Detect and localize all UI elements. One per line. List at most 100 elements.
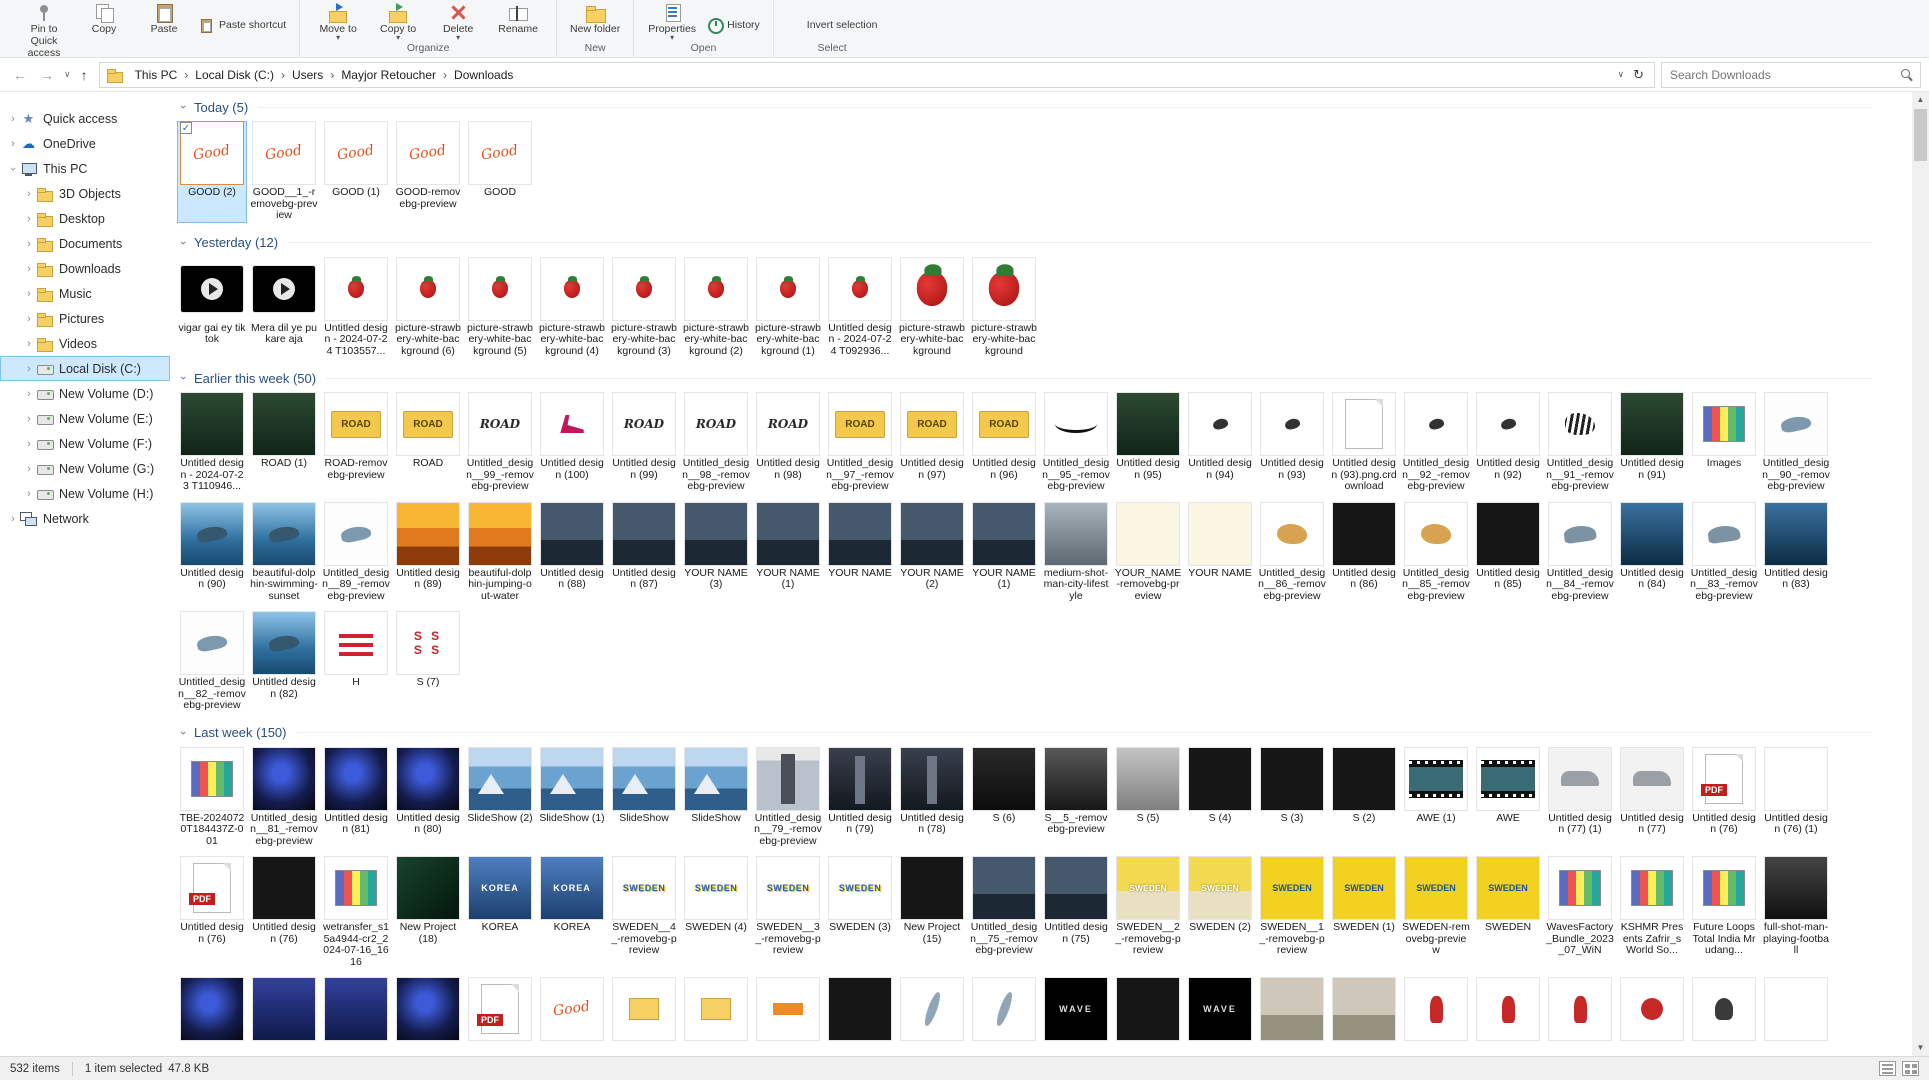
file-tile[interactable]: GoodGOOD-removebg-preview — [394, 122, 462, 222]
history-button[interactable]: History — [702, 16, 765, 34]
file-tile[interactable]: Untitled_design__83_-removebg-preview — [1690, 503, 1758, 603]
file-tile[interactable]: Untitled design (92) — [1474, 393, 1542, 493]
file-tile[interactable]: S (2) — [1330, 748, 1398, 848]
file-tile[interactable]: S__5_-removebg-preview — [1042, 748, 1110, 848]
file-tile[interactable]: YOUR NAME (2) — [898, 503, 966, 603]
group-header-today-5[interactable]: ›Today (5) — [176, 94, 1872, 120]
file-tile[interactable]: WAVE — [1042, 978, 1110, 1043]
scroll-down-icon[interactable]: ▼ — [1912, 1040, 1929, 1056]
file-tile[interactable]: Untitled_design__75_-removebg-preview — [970, 857, 1038, 968]
sidebar-item-new-volume-f[interactable]: ›New Volume (F:) — [0, 431, 170, 456]
file-tile[interactable] — [754, 978, 822, 1043]
file-tile[interactable]: AWE (1) — [1402, 748, 1470, 848]
file-tile[interactable]: Untitled_design__90_-removebg-preview — [1762, 393, 1830, 493]
address-dropdown-icon[interactable]: ∨ — [1611, 69, 1632, 80]
file-tile[interactable]: Untitled_design__91_-removebg-preview — [1546, 393, 1614, 493]
group-header-earlier-this-week-50[interactable]: ›Earlier this week (50) — [176, 365, 1872, 391]
file-tile[interactable]: Good — [538, 978, 606, 1043]
file-tile[interactable]: Untitled_design__95_-removebg-preview — [1042, 393, 1110, 493]
file-tile[interactable]: Untitled_design__92_-removebg-preview — [1402, 393, 1470, 493]
file-tile[interactable] — [1546, 978, 1614, 1043]
file-tile[interactable]: SWEDENSWEDEN__3_-removebg-preview — [754, 857, 822, 968]
file-tile[interactable]: picture-strawbery-white-background (5) — [466, 258, 534, 358]
file-tile[interactable]: Untitled design (93) — [1258, 393, 1326, 493]
expand-chevron-icon[interactable]: › — [6, 138, 20, 150]
expand-chevron-icon[interactable]: › — [22, 488, 36, 500]
file-tile[interactable]: picture-strawbery-white-background — [970, 258, 1038, 358]
file-tile[interactable]: Untitled design (80) — [394, 748, 462, 848]
checkbox-icon[interactable]: ✓ — [180, 122, 192, 134]
sidebar-item-3d-objects[interactable]: ›3D Objects — [0, 181, 170, 206]
file-tile[interactable]: Future Loops Total India Mrudang... — [1690, 857, 1758, 968]
copy-button[interactable]: Copy — [74, 1, 134, 35]
file-tile[interactable]: KOREAKOREA — [466, 857, 534, 968]
file-tile[interactable]: Untitled design (94) — [1186, 393, 1254, 493]
file-tile[interactable]: Untitled design (76) (1) — [1762, 748, 1830, 848]
file-tile[interactable]: SWEDENSWEDEN__2_-removebg-preview — [1114, 857, 1182, 968]
file-tile[interactable]: SWEDENSWEDEN__1_-removebg-preview — [1258, 857, 1326, 968]
file-tile[interactable]: YOUR_NAME-removebg-preview — [1114, 503, 1182, 603]
file-tile[interactable]: Untitled design (78) — [898, 748, 966, 848]
file-tile[interactable]: Untitled design (90) — [178, 503, 246, 603]
file-tile[interactable]: Untitled design (75) — [1042, 857, 1110, 968]
search-input[interactable] — [1670, 68, 1895, 82]
details-view-button[interactable] — [1879, 1061, 1896, 1076]
scrollbar-thumb[interactable] — [1914, 109, 1927, 161]
file-tile[interactable]: ROADUntitled_design__98_-removebg-previe… — [682, 393, 750, 493]
file-tile[interactable]: Untitled design (77) — [1618, 748, 1686, 848]
file-tile[interactable]: YOUR NAME (1) — [754, 503, 822, 603]
file-tile[interactable]: GoodGOOD__1_-removebg-preview — [250, 122, 318, 222]
group-header-last-week-150[interactable]: ›Last week (150) — [176, 720, 1872, 746]
rename-button[interactable]: Rename — [488, 1, 548, 35]
sidebar-item-new-volume-g[interactable]: ›New Volume (G:) — [0, 456, 170, 481]
file-tile[interactable]: SWEDENSWEDEN__4_-removebg-preview — [610, 857, 678, 968]
expand-chevron-icon[interactable]: › — [22, 263, 36, 275]
file-tile[interactable] — [826, 978, 894, 1043]
file-tile[interactable]: Untitled_design__89_-removebg-preview — [322, 503, 390, 603]
file-tile[interactable]: Untitled design (89) — [394, 503, 462, 603]
paste-button[interactable]: Paste — [134, 1, 194, 35]
sidebar-item-documents[interactable]: ›Documents — [0, 231, 170, 256]
sidebar-item-new-volume-e[interactable]: ›New Volume (E:) — [0, 406, 170, 431]
file-tile[interactable] — [898, 978, 966, 1043]
file-tile[interactable]: ROAD (1) — [250, 393, 318, 493]
file-tile[interactable]: Untitled design (81) — [322, 748, 390, 848]
file-tile[interactable]: SWEDENSWEDEN (2) — [1186, 857, 1254, 968]
file-tile[interactable]: S S S SS (7) — [394, 612, 462, 712]
file-tile[interactable]: Good✓GOOD (2) — [178, 122, 246, 222]
file-tile[interactable]: Untitled design (87) — [610, 503, 678, 603]
file-tile[interactable]: Untitled design (77) (1) — [1546, 748, 1614, 848]
sidebar-item-pictures[interactable]: ›Pictures — [0, 306, 170, 331]
refresh-icon[interactable]: ↻ — [1631, 67, 1648, 83]
expand-chevron-icon[interactable]: › — [22, 463, 36, 475]
expand-chevron-icon[interactable]: › — [22, 213, 36, 225]
file-tile[interactable]: beautiful-dolphin-jumping-out-water — [466, 503, 534, 603]
file-tile[interactable]: SlideShow — [610, 748, 678, 848]
file-tile[interactable]: Untitled design (100) — [538, 393, 606, 493]
file-tile[interactable]: PDFUntitled design (76) — [1690, 748, 1758, 848]
file-tile[interactable] — [682, 978, 750, 1043]
expand-chevron-icon[interactable]: › — [22, 288, 36, 300]
file-tile[interactable]: TBE-20240720T184437Z-001 — [178, 748, 246, 848]
file-tile[interactable]: Untitled_design__84_-removebg-preview — [1546, 503, 1614, 603]
expand-chevron-icon[interactable]: › — [22, 388, 36, 400]
file-tile[interactable] — [394, 978, 462, 1043]
file-tile[interactable]: New Project (15) — [898, 857, 966, 968]
file-tile[interactable]: ROADUntitled design (96) — [970, 393, 1038, 493]
file-tile[interactable] — [250, 978, 318, 1043]
file-tile[interactable]: AWE — [1474, 748, 1542, 848]
file-tile[interactable]: YOUR NAME (3) — [682, 503, 750, 603]
properties-button[interactable]: Properties▾ — [642, 1, 702, 41]
file-tile[interactable]: Untitled design (91) — [1618, 393, 1686, 493]
file-tile[interactable]: Untitled design (79) — [826, 748, 894, 848]
file-tile[interactable]: wetransfer_s15a4944-cr2_2024-07-16_1616 — [322, 857, 390, 968]
file-tile[interactable] — [322, 978, 390, 1043]
file-tile[interactable]: S (6) — [970, 748, 1038, 848]
sidebar-item-new-volume-d[interactable]: ›New Volume (D:) — [0, 381, 170, 406]
file-tile[interactable]: picture-strawbery-white-background — [898, 258, 966, 358]
file-tile[interactable]: Untitled design (86) — [1330, 503, 1398, 603]
file-tile[interactable]: Untitled design (82) — [250, 612, 318, 712]
file-tile[interactable]: New Project (18) — [394, 857, 462, 968]
vertical-scrollbar[interactable]: ▲ ▼ — [1912, 92, 1929, 1056]
file-tile[interactable]: KSHMR Presents Zafrir_s World So... — [1618, 857, 1686, 968]
